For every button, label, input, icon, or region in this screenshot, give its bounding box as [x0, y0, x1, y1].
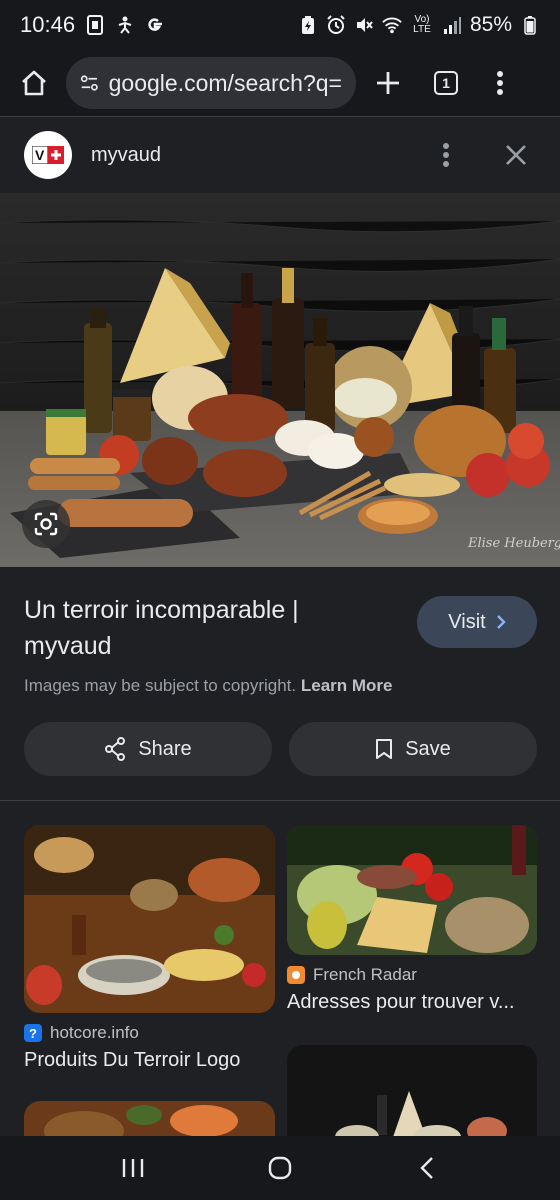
terroir-products-image	[24, 825, 275, 1013]
mute-icon	[354, 15, 374, 35]
google-g-icon	[145, 15, 165, 35]
status-bar: 10:46 Vo) LTE 85%	[0, 0, 560, 50]
volte-icon: Vo) LTE	[413, 14, 431, 35]
related-source: French Radar	[287, 965, 537, 985]
tab-switcher-button[interactable]: 1	[424, 61, 468, 105]
home-button[interactable]	[12, 61, 56, 105]
vaud-logo-icon: V	[32, 146, 64, 164]
browser-toolbar: google.com/search?q= 1	[0, 50, 560, 116]
more-vert-icon	[443, 143, 449, 167]
save-label: Save	[405, 737, 451, 760]
copyright-text: Images may be subject to copyright.	[24, 676, 297, 695]
system-nav-bar	[0, 1136, 560, 1200]
status-time: 10:46	[20, 12, 76, 37]
related-image[interactable]	[24, 825, 275, 1013]
recents-icon	[123, 1159, 144, 1177]
result-header: V myvaud	[0, 117, 560, 193]
wifi-icon	[382, 15, 402, 35]
chevron-right-icon	[496, 615, 506, 629]
tab-count: 1	[434, 71, 458, 95]
image-watermark: Elise Heuberger	[467, 536, 560, 551]
main-image[interactable]: Elise Heuberger	[0, 193, 560, 567]
battery-level: 85%	[469, 13, 512, 36]
cheese-platter-image	[287, 825, 537, 955]
visit-button[interactable]: Visit	[417, 596, 537, 648]
recent-apps-button[interactable]	[103, 1138, 163, 1198]
learn-more-link[interactable]: Learn More	[301, 676, 393, 695]
battery-icon	[520, 15, 540, 35]
share-button[interactable]: Share	[24, 722, 272, 776]
related-image[interactable]	[287, 825, 537, 955]
related-source: ? hotcore.info	[24, 1023, 275, 1043]
address-bar[interactable]: google.com/search?q=	[66, 57, 356, 109]
lens-search-button[interactable]	[22, 500, 70, 548]
site-settings-icon[interactable]	[80, 72, 99, 94]
back-button[interactable]	[397, 1138, 457, 1198]
divider	[0, 800, 560, 801]
browser-menu-button[interactable]	[478, 61, 522, 105]
close-icon	[506, 145, 526, 165]
related-title: Produits Du Terroir Logo	[24, 1049, 241, 1071]
home-nav-button[interactable]	[250, 1138, 310, 1198]
home-icon	[22, 70, 46, 96]
home-circle-icon	[268, 1156, 292, 1180]
new-tab-button[interactable]	[366, 61, 410, 105]
result-title: Un terroir incomparable | myvaud	[24, 596, 299, 660]
save-button[interactable]: Save	[289, 722, 537, 776]
back-chevron-icon	[419, 1157, 433, 1179]
sim-icon	[85, 15, 105, 35]
svg-text:V: V	[35, 147, 45, 163]
related-card[interactable]: French Radar Adresses pour trouver v...	[287, 825, 537, 1014]
close-button[interactable]	[496, 135, 536, 175]
favicon-icon	[287, 966, 305, 984]
alarm-icon	[326, 15, 346, 35]
related-source-name: French Radar	[313, 965, 417, 984]
accessibility-icon	[115, 15, 135, 35]
related-title: Adresses pour trouver v...	[287, 991, 515, 1013]
more-vert-icon	[497, 71, 503, 95]
favicon-icon: ?	[24, 1024, 42, 1042]
share-label: Share	[138, 737, 192, 760]
signal-icon	[442, 15, 462, 35]
visit-label: Visit	[448, 610, 486, 633]
share-icon	[105, 737, 126, 761]
more-options-button[interactable]	[426, 135, 466, 175]
food-still-life-image: Elise Heuberger	[0, 193, 560, 567]
battery-saver-icon	[298, 15, 318, 35]
copyright-notice: Images may be subject to copyright. Lear…	[24, 676, 393, 696]
bookmark-icon	[376, 739, 393, 759]
related-card[interactable]: ? hotcore.info Produits Du Terroir Logo	[24, 825, 275, 1072]
url-text: google.com/search?q=	[108, 69, 342, 96]
related-source-name: hotcore.info	[50, 1023, 139, 1042]
plus-icon	[377, 72, 399, 94]
source-name[interactable]: myvaud	[91, 144, 161, 167]
lens-icon	[34, 512, 58, 536]
source-logo[interactable]: V	[24, 131, 72, 179]
